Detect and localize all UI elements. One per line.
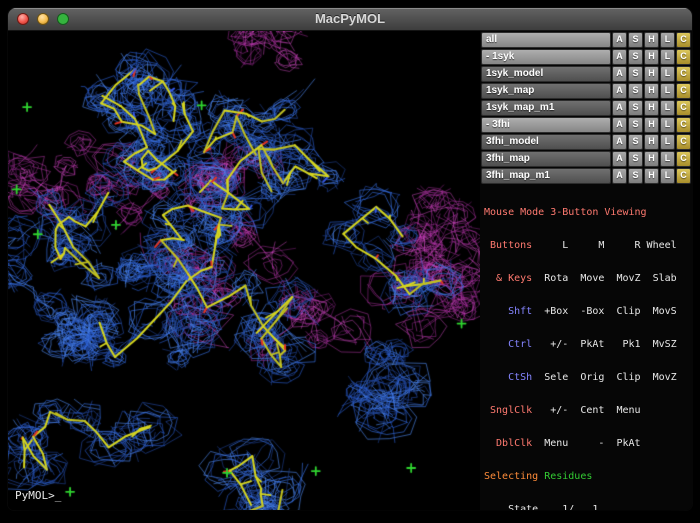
object-a-button[interactable]: A (612, 100, 627, 116)
object-l-button[interactable]: L (660, 66, 675, 82)
mouse-row-keys: & Keys Rota Move MovZ Slab (484, 273, 688, 284)
object-name-button[interactable]: 1syk_model (481, 66, 611, 82)
object-h-button[interactable]: H (644, 83, 659, 99)
zoom-button[interactable] (57, 13, 69, 25)
mouse-panel: Mouse Mode 3-Button Viewing Buttons L M … (480, 185, 692, 510)
object-s-button[interactable]: S (628, 83, 643, 99)
object-c-button[interactable]: C (676, 151, 691, 167)
object-h-button[interactable]: H (644, 151, 659, 167)
object-c-button[interactable]: C (676, 117, 691, 133)
window-title: MacPyMOL (8, 8, 692, 30)
object-c-button[interactable]: C (676, 100, 691, 116)
object-row: allASHLC (480, 32, 692, 48)
window-content: PyMOL>_ allASHLC- 1sykASHLC1syk_modelASH… (8, 31, 692, 510)
object-name-button[interactable]: 3fhi_map_m1 (481, 168, 611, 184)
object-s-button[interactable]: S (628, 66, 643, 82)
object-name-button[interactable]: 1syk_map_m1 (481, 100, 611, 116)
object-s-button[interactable]: S (628, 134, 643, 150)
side-panel: allASHLC- 1sykASHLC1syk_modelASHLC1syk_m… (480, 31, 692, 510)
object-a-button[interactable]: A (612, 32, 627, 48)
state-indicator: State 1/ 1 (484, 504, 688, 510)
object-h-button[interactable]: H (644, 66, 659, 82)
minimize-button[interactable] (37, 13, 49, 25)
selecting-status[interactable]: Selecting Residues (484, 471, 688, 482)
object-name-button[interactable]: - 3fhi (481, 117, 611, 133)
object-s-button[interactable]: S (628, 168, 643, 184)
mouse-row-buttons: Buttons L M R Wheel (484, 240, 688, 251)
mouse-row-dblclk: DblClk Menu - PkAt (484, 438, 688, 449)
mouse-row-ctsh: CtSh Sele Orig Clip MovZ (484, 372, 688, 383)
object-s-button[interactable]: S (628, 49, 643, 65)
object-h-button[interactable]: H (644, 49, 659, 65)
object-l-button[interactable]: L (660, 168, 675, 184)
object-c-button[interactable]: C (676, 49, 691, 65)
object-row: 3fhi_mapASHLC (480, 151, 692, 167)
mouse-mode-title[interactable]: Mouse Mode 3-Button Viewing (484, 207, 688, 218)
object-row: - 1sykASHLC (480, 49, 692, 65)
object-name-button[interactable]: - 1syk (481, 49, 611, 65)
object-name-button[interactable]: all (481, 32, 611, 48)
object-h-button[interactable]: H (644, 32, 659, 48)
object-a-button[interactable]: A (612, 151, 627, 167)
object-s-button[interactable]: S (628, 100, 643, 116)
command-prompt[interactable]: PyMOL>_ (15, 489, 61, 502)
object-l-button[interactable]: L (660, 83, 675, 99)
object-row: 1syk_modelASHLC (480, 66, 692, 82)
titlebar[interactable]: MacPyMOL (8, 8, 692, 31)
object-l-button[interactable]: L (660, 151, 675, 167)
mouse-row-snglclk: SnglClk +/- Cent Menu (484, 405, 688, 416)
object-name-button[interactable]: 3fhi_model (481, 134, 611, 150)
object-a-button[interactable]: A (612, 83, 627, 99)
object-list: allASHLC- 1sykASHLC1syk_modelASHLC1syk_m… (480, 31, 692, 185)
object-row: 1syk_mapASHLC (480, 83, 692, 99)
command-prompt-text: PyMOL>_ (15, 489, 61, 502)
object-h-button[interactable]: H (644, 168, 659, 184)
object-c-button[interactable]: C (676, 83, 691, 99)
object-row: 3fhi_modelASHLC (480, 134, 692, 150)
object-a-button[interactable]: A (612, 66, 627, 82)
traffic-lights (17, 13, 69, 25)
object-a-button[interactable]: A (612, 134, 627, 150)
close-button[interactable] (17, 13, 29, 25)
object-row: 3fhi_map_m1ASHLC (480, 168, 692, 184)
object-l-button[interactable]: L (660, 49, 675, 65)
object-s-button[interactable]: S (628, 151, 643, 167)
macpymol-window: MacPyMOL PyMOL>_ allASHLC- 1sykASHLC1syk… (8, 8, 692, 510)
object-s-button[interactable]: S (628, 32, 643, 48)
mouse-row-ctrl: Ctrl +/- PkAt Pk1 MvSZ (484, 339, 688, 350)
mouse-row-shft: Shft +Box -Box Clip MovS (484, 306, 688, 317)
object-l-button[interactable]: L (660, 134, 675, 150)
object-a-button[interactable]: A (612, 168, 627, 184)
molecule-viewport[interactable]: PyMOL>_ (8, 31, 480, 510)
object-name-button[interactable]: 3fhi_map (481, 151, 611, 167)
object-h-button[interactable]: H (644, 117, 659, 133)
object-s-button[interactable]: S (628, 117, 643, 133)
object-a-button[interactable]: A (612, 49, 627, 65)
object-l-button[interactable]: L (660, 117, 675, 133)
object-name-button[interactable]: 1syk_map (481, 83, 611, 99)
object-a-button[interactable]: A (612, 117, 627, 133)
object-row: - 3fhiASHLC (480, 117, 692, 133)
object-c-button[interactable]: C (676, 134, 691, 150)
object-l-button[interactable]: L (660, 100, 675, 116)
molecule-render-canvas[interactable] (8, 31, 480, 510)
object-h-button[interactable]: H (644, 100, 659, 116)
object-row: 1syk_map_m1ASHLC (480, 100, 692, 116)
object-c-button[interactable]: C (676, 66, 691, 82)
object-c-button[interactable]: C (676, 168, 691, 184)
object-c-button[interactable]: C (676, 32, 691, 48)
object-h-button[interactable]: H (644, 134, 659, 150)
object-l-button[interactable]: L (660, 32, 675, 48)
